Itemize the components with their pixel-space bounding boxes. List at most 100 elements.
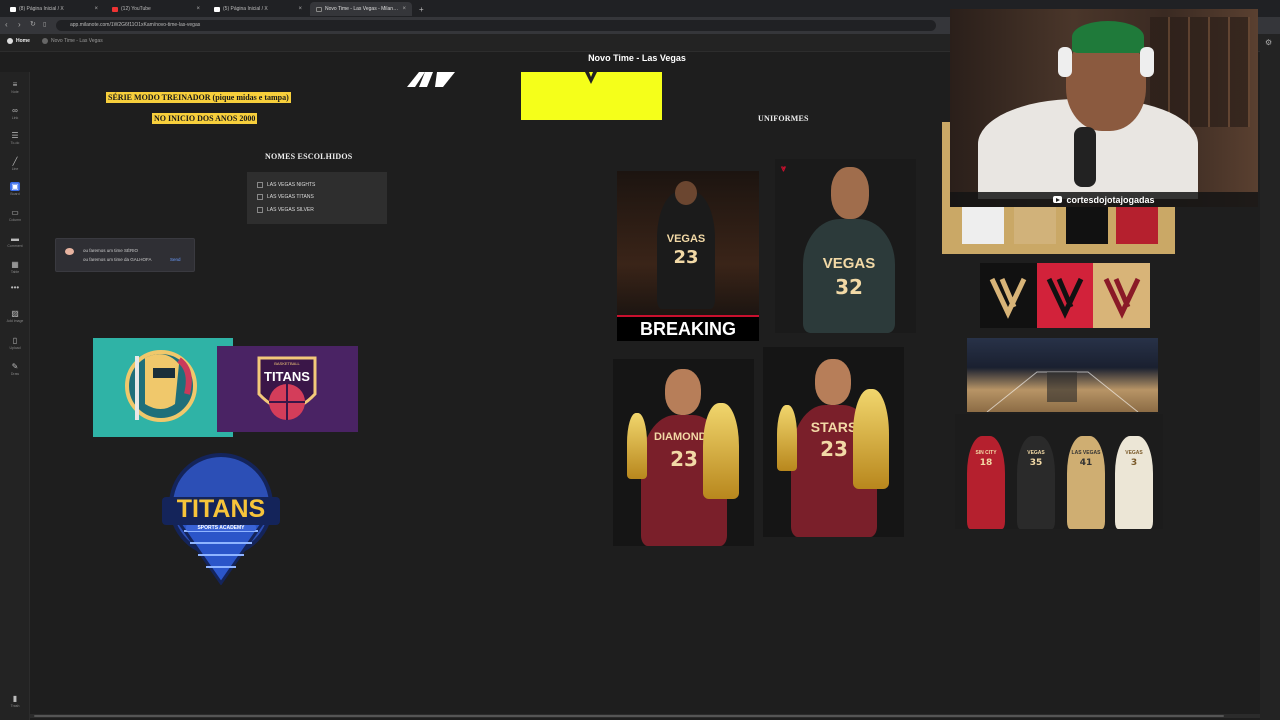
browser-tab[interactable]: (8) Página Inicial / X × [4,2,104,16]
draw-tool[interactable]: ✎ Draw [0,362,30,376]
2k-jerseys-image[interactable]: SIN CITY 18 VEGAS 35 LAS VEGAS 41 VEGAS … [955,414,1163,529]
headphone-right [1140,47,1154,77]
note-series[interactable]: SÉRIE MODO TREINADOR (pique midas e tamp… [106,92,291,103]
board-icon [42,38,48,44]
comment-card[interactable]: ou faremos um time SÉRIO ou faremos um t… [55,238,195,272]
more-tools[interactable]: ••• [0,283,30,293]
logo-subtitle: SPORTS ACADEMY [186,525,256,531]
partial-logo-image[interactable] [405,72,459,88]
new-tab-button[interactable]: + [413,2,430,16]
channel-badge: cortesdojotajogadas [950,192,1258,207]
line-icon: ╱ [12,157,18,166]
todo-item[interactable]: LAS VEGAS NIGHTS [257,182,315,188]
more-icon: ••• [10,283,20,292]
todo-item[interactable]: LAS VEGAS TITANS [257,194,314,200]
home-link[interactable]: Home [7,38,30,44]
draw-icon: ✎ [11,362,19,371]
address-bar[interactable]: app.milanote.com/1W2G6f11O1xKam/novo-tim… [56,20,936,31]
upload-icon: ▯ [12,336,18,345]
comment-tool[interactable]: ▬ Comment [0,234,30,248]
player-head [665,369,701,415]
close-tab-icon[interactable]: × [298,6,302,12]
vegas-32-image[interactable]: ⩔ VEGAS 32 [775,159,916,333]
browser-tab[interactable]: (12) YouTube × [106,2,206,16]
checkbox[interactable] [257,182,263,188]
forward-icon[interactable]: › [18,20,21,30]
breadcrumb[interactable]: Novo Time - Las Vegas [42,38,103,44]
webcam-overlay: cortesdojotajogadas [950,9,1258,207]
logo-title: TITANS [176,495,266,523]
column-tool[interactable]: ▭ Column [0,208,30,222]
upload-tool[interactable]: ▯ Upload [0,336,30,350]
jersey-number: 18 [979,458,993,468]
trash-icon: ▮ [12,694,18,703]
note-era[interactable]: NO INICIO DOS ANOS 2000 [152,113,258,124]
headphone-left [1058,47,1072,77]
trash-tool[interactable]: ▮ Trash [0,694,30,708]
tool-sidebar: ≡ Note ∞ Link ☰ To-do ╱ Line ▣ Board ▭ Column … [0,72,30,720]
browser-tab[interactable]: (5) Página Inicial / X × [208,2,308,16]
settings-icon[interactable]: ⚙ [1265,38,1272,47]
close-tab-icon[interactable]: × [402,6,406,12]
titans-shield-icon [257,356,317,420]
checkbox[interactable] [257,207,263,213]
scrollbar-thumb[interactable] [34,715,1224,717]
line-tool[interactable]: ╱ Line [0,157,30,171]
add-image-tool[interactable]: ▨ Add image [0,309,30,323]
titans-academy-logo-image[interactable]: TITANS SPORTS ACADEMY [154,451,288,585]
link-icon: ∞ [12,106,18,115]
court-lines-icon [986,371,1139,412]
column-icon: ▭ [11,208,19,217]
bookmark-icon[interactable]: ▯ [43,20,46,30]
link-tool[interactable]: ∞ Link [0,106,30,120]
x-logo-icon [214,6,220,12]
board-icon: ▣ [10,182,20,191]
team-mark-icon: ⩔ [781,163,787,173]
diamonds-23-image[interactable]: DIAMONDS 23 [613,359,754,546]
note-tool[interactable]: ≡ Note [0,80,30,94]
knight-logo-image[interactable] [93,338,233,437]
jersey-text: VEGAS [666,233,706,245]
jersey-number: 3 [1130,458,1138,468]
youtube-icon [112,6,118,12]
close-tab-icon[interactable]: × [196,6,200,12]
note-icon: ≡ [12,80,18,89]
jersey-number: 41 [1079,458,1093,468]
comment-text: ou faremos um time SÉRIO [83,248,139,253]
horizontal-scrollbar[interactable] [30,714,1260,718]
jersey-text: LAS VEGAS [1071,450,1101,456]
jersey-number: 23 [673,247,699,268]
board-tool[interactable]: ▣ Board [0,182,30,196]
jersey-gold [1014,204,1056,244]
youtube-icon [1053,196,1063,203]
send-button[interactable]: Send [170,257,181,262]
todo-list[interactable]: LAS VEGAS NIGHTS LAS VEGAS TITANS LAS VE… [247,172,387,224]
logo-title: TITANS [264,369,310,384]
jersey-red [1116,204,1158,244]
player-head [831,167,869,219]
jersey-number: 35 [1029,458,1043,468]
trophy-icon [853,389,889,489]
reload-icon[interactable]: ↻ [30,20,36,30]
lv-logos-image[interactable] [980,263,1150,328]
jersey-black [1066,204,1108,244]
stars-23-image[interactable]: STARS 23 [763,347,904,537]
jersey-white [962,204,1004,244]
yellow-color-swatch[interactable] [521,72,662,120]
browser-tab-active[interactable]: Novo Time - Las Vegas - Milan… × [310,2,412,16]
checkbox[interactable] [257,194,263,200]
breaking-news-image[interactable]: VEGAS 23 BREAKING NEWS [617,171,759,341]
microphone [1074,127,1096,187]
jersey-text: SIN CITY [975,450,997,456]
titans-basketball-logo-image[interactable]: BASKETBALL TITANS [217,346,358,432]
lv-monogram-icon [989,277,1141,319]
close-tab-icon[interactable]: × [94,6,98,12]
comment-icon: ▬ [11,234,19,243]
right-sidebar: ⚙ [1260,34,1280,720]
court-gameplay-image[interactable] [967,338,1158,412]
back-icon[interactable]: ‹ [5,20,8,30]
table-tool[interactable]: ▦ Table [0,260,30,274]
player-head [675,181,697,205]
todo-tool[interactable]: ☰ To-do [0,131,30,145]
todo-item[interactable]: LAS VEGAS SILVER [257,207,314,213]
